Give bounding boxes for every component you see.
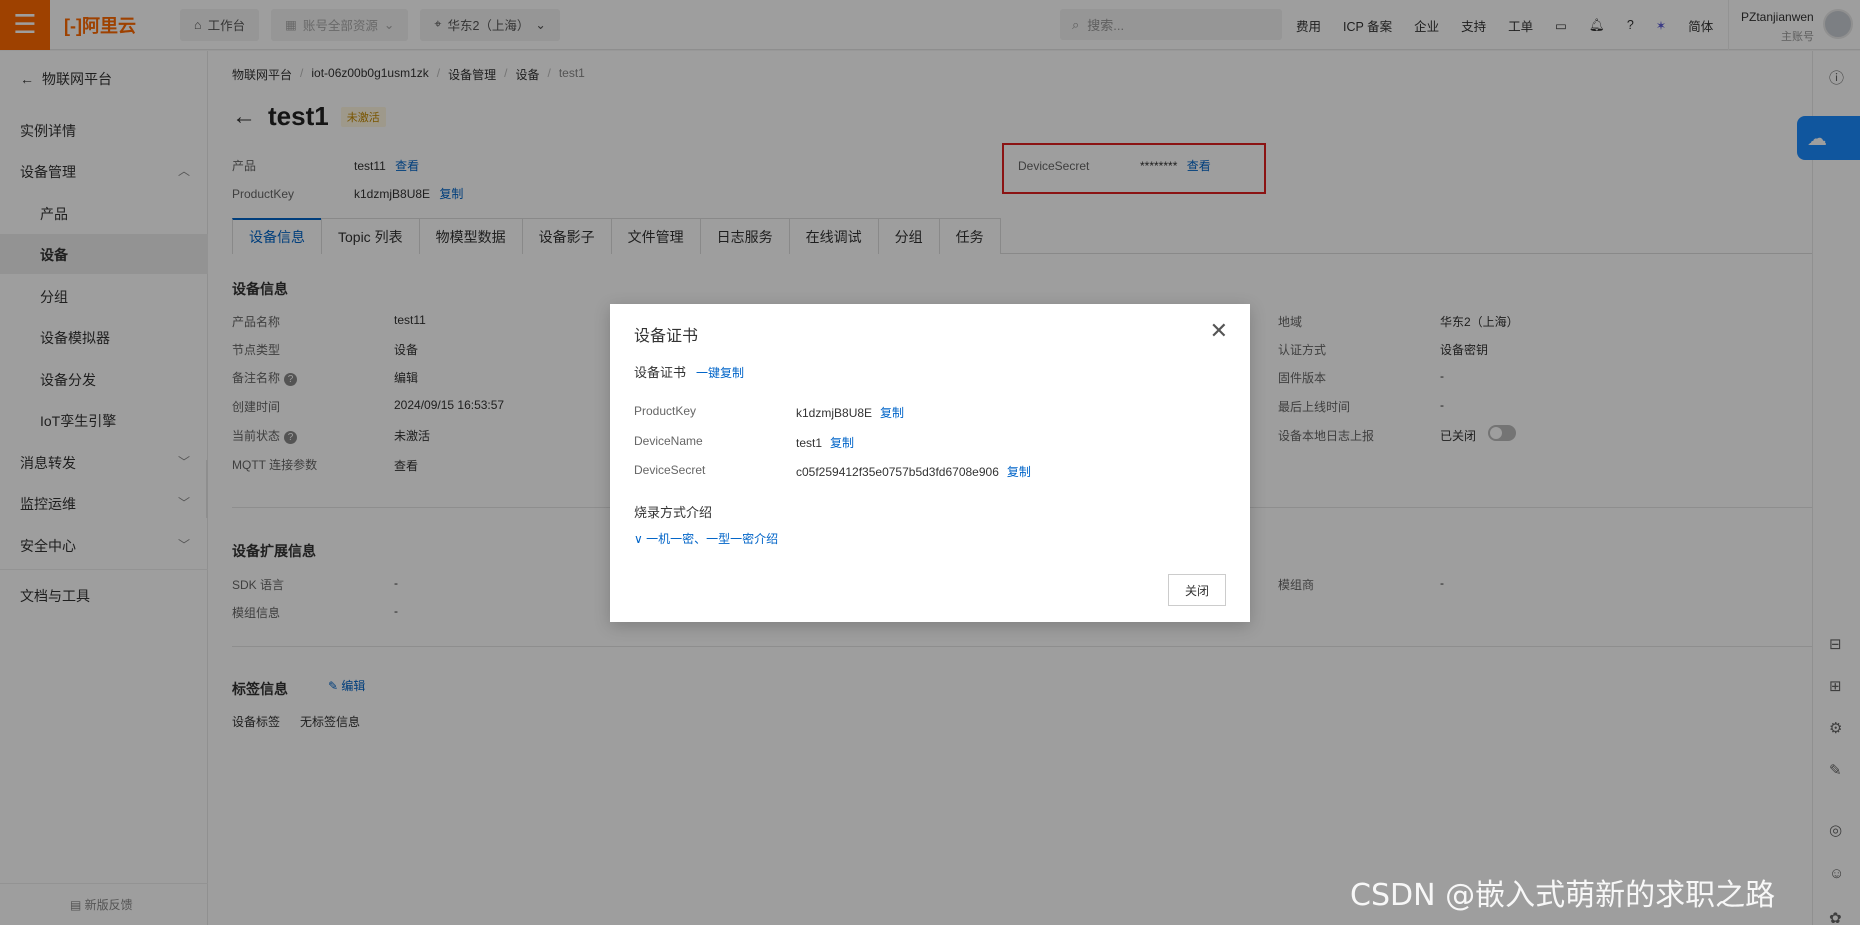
cert-value: c05f259412f35e0757b5d3fd6708e906 复制 — [796, 465, 1031, 479]
chevron-down-icon: ∨ — [634, 532, 647, 546]
cert-label: DeviceName — [634, 434, 703, 448]
close-button[interactable]: 关闭 — [1168, 574, 1226, 606]
close-icon[interactable]: ✕ — [1210, 318, 1228, 344]
dialog-title: 设备证书 — [634, 328, 699, 345]
cert-label: ProductKey — [634, 404, 697, 418]
dialog-subtitle: 设备证书 一键复制 — [634, 365, 745, 380]
device-certificate-dialog: 设备证书 ✕ 设备证书 一键复制 ProductKey k1dzmjB8U8E 复制… — [610, 304, 1250, 622]
watermark: CSDN @嵌入式萌新的求职之路 — [1350, 878, 1776, 913]
burn-method-expand-link[interactable]: ∨ 一机一密、一型一密介绍 — [634, 530, 778, 547]
burn-method-title: 烧录方式介绍 — [634, 505, 713, 520]
copy-devicesecret-link[interactable]: 复制 — [1007, 465, 1031, 479]
copy-productkey-link[interactable]: 复制 — [880, 406, 904, 420]
cert-value: k1dzmjB8U8E 复制 — [796, 406, 905, 420]
cert-value: test1 复制 — [796, 436, 855, 450]
cert-label: DeviceSecret — [634, 463, 706, 477]
copy-devicename-link[interactable]: 复制 — [830, 436, 854, 450]
copy-all-link[interactable]: 一键复制 — [696, 366, 744, 380]
